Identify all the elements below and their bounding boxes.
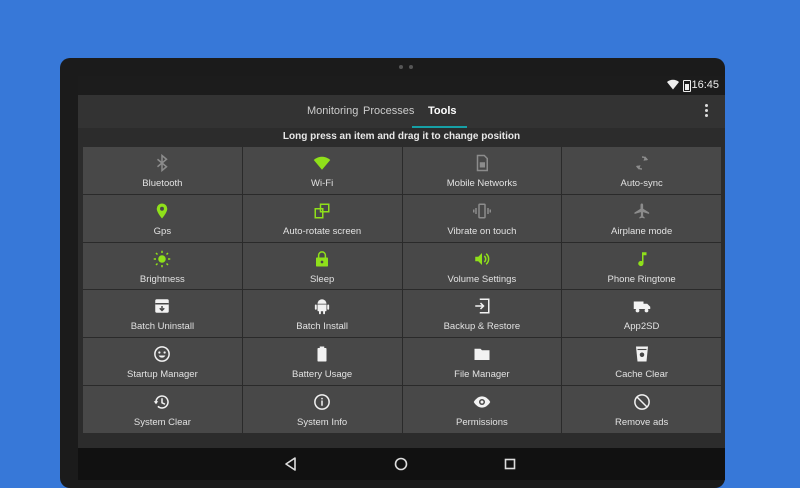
tool-tile-system-clear[interactable]: System Clear — [83, 386, 242, 433]
tool-tile-remove-ads[interactable]: Remove ads — [562, 386, 721, 433]
truck-icon — [631, 295, 653, 317]
tool-tile-auto-sync[interactable]: Auto-sync — [562, 147, 721, 194]
tool-tile-wi-fi[interactable]: Wi-Fi — [242, 147, 402, 194]
tool-label: Bluetooth — [142, 177, 183, 189]
sim-card-icon — [471, 152, 493, 174]
tool-label: Remove ads — [614, 417, 669, 429]
tool-tile-backup-restore[interactable]: Backup & Restore — [402, 290, 562, 338]
block-icon — [631, 391, 653, 413]
tool-tile-permissions[interactable]: Permissions — [402, 386, 562, 433]
home-icon[interactable] — [393, 456, 409, 472]
tool-label: Backup & Restore — [443, 321, 521, 333]
tool-label: Brightness — [139, 273, 185, 285]
tool-tile-bluetooth[interactable]: Bluetooth — [83, 147, 242, 194]
tool-label: Wi-Fi — [311, 177, 334, 189]
battery-icon — [311, 343, 333, 365]
history-icon — [151, 391, 173, 413]
tool-tile-startup-manager[interactable]: Startup Manager — [83, 338, 242, 386]
tool-tile-phone-ringtone[interactable]: Phone Ringtone — [562, 242, 721, 290]
sync-icon — [631, 152, 653, 174]
tool-tile-gps[interactable]: Gps — [83, 194, 242, 242]
tool-tile-batch-uninstall[interactable]: Batch Uninstall — [83, 290, 242, 338]
tool-tile-cache-clear[interactable]: Cache Clear — [562, 338, 721, 386]
drag-hint: Long press an item and drag it to change… — [282, 131, 521, 142]
tool-tile-volume-settings[interactable]: Volume Settings — [402, 242, 562, 290]
wifi-status-icon — [667, 79, 679, 93]
volume-icon — [471, 248, 493, 270]
tool-tile-auto-rotate-screen[interactable]: Auto-rotate screen — [242, 194, 402, 242]
tool-label: Batch Install — [296, 321, 348, 333]
info-icon — [311, 391, 333, 413]
screen: 16:45 Monitoring Processes Tools Long pr… — [78, 76, 725, 480]
tool-tile-mobile-networks[interactable]: Mobile Networks — [402, 147, 562, 194]
tool-tile-system-info[interactable]: System Info — [242, 386, 402, 433]
cache-cup-icon — [631, 343, 653, 365]
uninstall-box-icon — [151, 295, 173, 317]
tool-tile-sleep[interactable]: Sleep — [242, 242, 402, 290]
tool-label: Auto-rotate screen — [283, 225, 362, 237]
airplane-icon — [631, 200, 653, 222]
tool-label: System Clear — [133, 417, 191, 429]
smiley-icon — [151, 343, 173, 365]
brightness-icon — [151, 248, 173, 270]
app-bar: Monitoring Processes Tools — [78, 95, 725, 128]
tool-label: System Info — [297, 417, 348, 429]
navigation-bar — [78, 448, 725, 480]
tool-label: Battery Usage — [292, 369, 353, 381]
folder-icon — [471, 343, 493, 365]
tool-tile-battery-usage[interactable]: Battery Usage — [242, 338, 402, 386]
tool-label: Sleep — [309, 273, 335, 285]
overflow-menu-icon[interactable] — [705, 104, 709, 119]
tool-tile-app2sd[interactable]: App2SD — [562, 290, 721, 338]
vibrate-icon — [471, 200, 493, 222]
back-icon[interactable] — [283, 456, 299, 472]
status-bar: 16:45 — [78, 76, 725, 95]
tab-tools[interactable]: Tools — [428, 95, 457, 128]
lock-icon — [311, 248, 333, 270]
tool-tile-brightness[interactable]: Brightness — [83, 242, 242, 290]
bluetooth-icon — [151, 152, 173, 174]
battery-status-icon — [683, 80, 691, 92]
android-icon — [311, 295, 333, 317]
tool-label: Phone Ringtone — [607, 273, 676, 285]
tool-tile-file-manager[interactable]: File Manager — [402, 338, 562, 386]
tool-label: Vibrate on touch — [447, 225, 517, 237]
tool-label: Startup Manager — [126, 369, 198, 381]
tool-tile-vibrate-on-touch[interactable]: Vibrate on touch — [402, 194, 562, 242]
wifi-icon — [311, 152, 333, 174]
camera-dot — [399, 65, 403, 69]
status-time: 16:45 — [691, 79, 719, 91]
tool-label: Mobile Networks — [446, 177, 517, 189]
tool-label: Permissions — [456, 417, 508, 429]
tool-tile-batch-install[interactable]: Batch Install — [242, 290, 402, 338]
tab-processes[interactable]: Processes — [363, 95, 414, 128]
sensor-dot — [409, 65, 413, 69]
tool-label: Airplane mode — [610, 225, 673, 237]
tool-label: Gps — [153, 225, 172, 237]
tool-tile-airplane-mode[interactable]: Airplane mode — [562, 194, 721, 242]
eye-icon — [471, 391, 493, 413]
location-pin-icon — [151, 200, 173, 222]
tool-label: Cache Clear — [615, 369, 669, 381]
tool-label: App2SD — [623, 321, 660, 333]
tab-monitoring[interactable]: Monitoring — [307, 95, 358, 128]
recents-icon[interactable] — [502, 456, 518, 472]
tool-label: Auto-sync — [620, 177, 663, 189]
music-note-icon — [631, 248, 653, 270]
backup-restore-icon — [471, 295, 493, 317]
tool-label: Batch Uninstall — [130, 321, 195, 333]
tool-label: Volume Settings — [447, 273, 517, 285]
rotate-screen-icon — [311, 200, 333, 222]
tools-grid: Bluetooth Wi-Fi Mobile Networks Auto-sync Gp… — [83, 147, 721, 433]
tool-label: File Manager — [454, 369, 510, 381]
